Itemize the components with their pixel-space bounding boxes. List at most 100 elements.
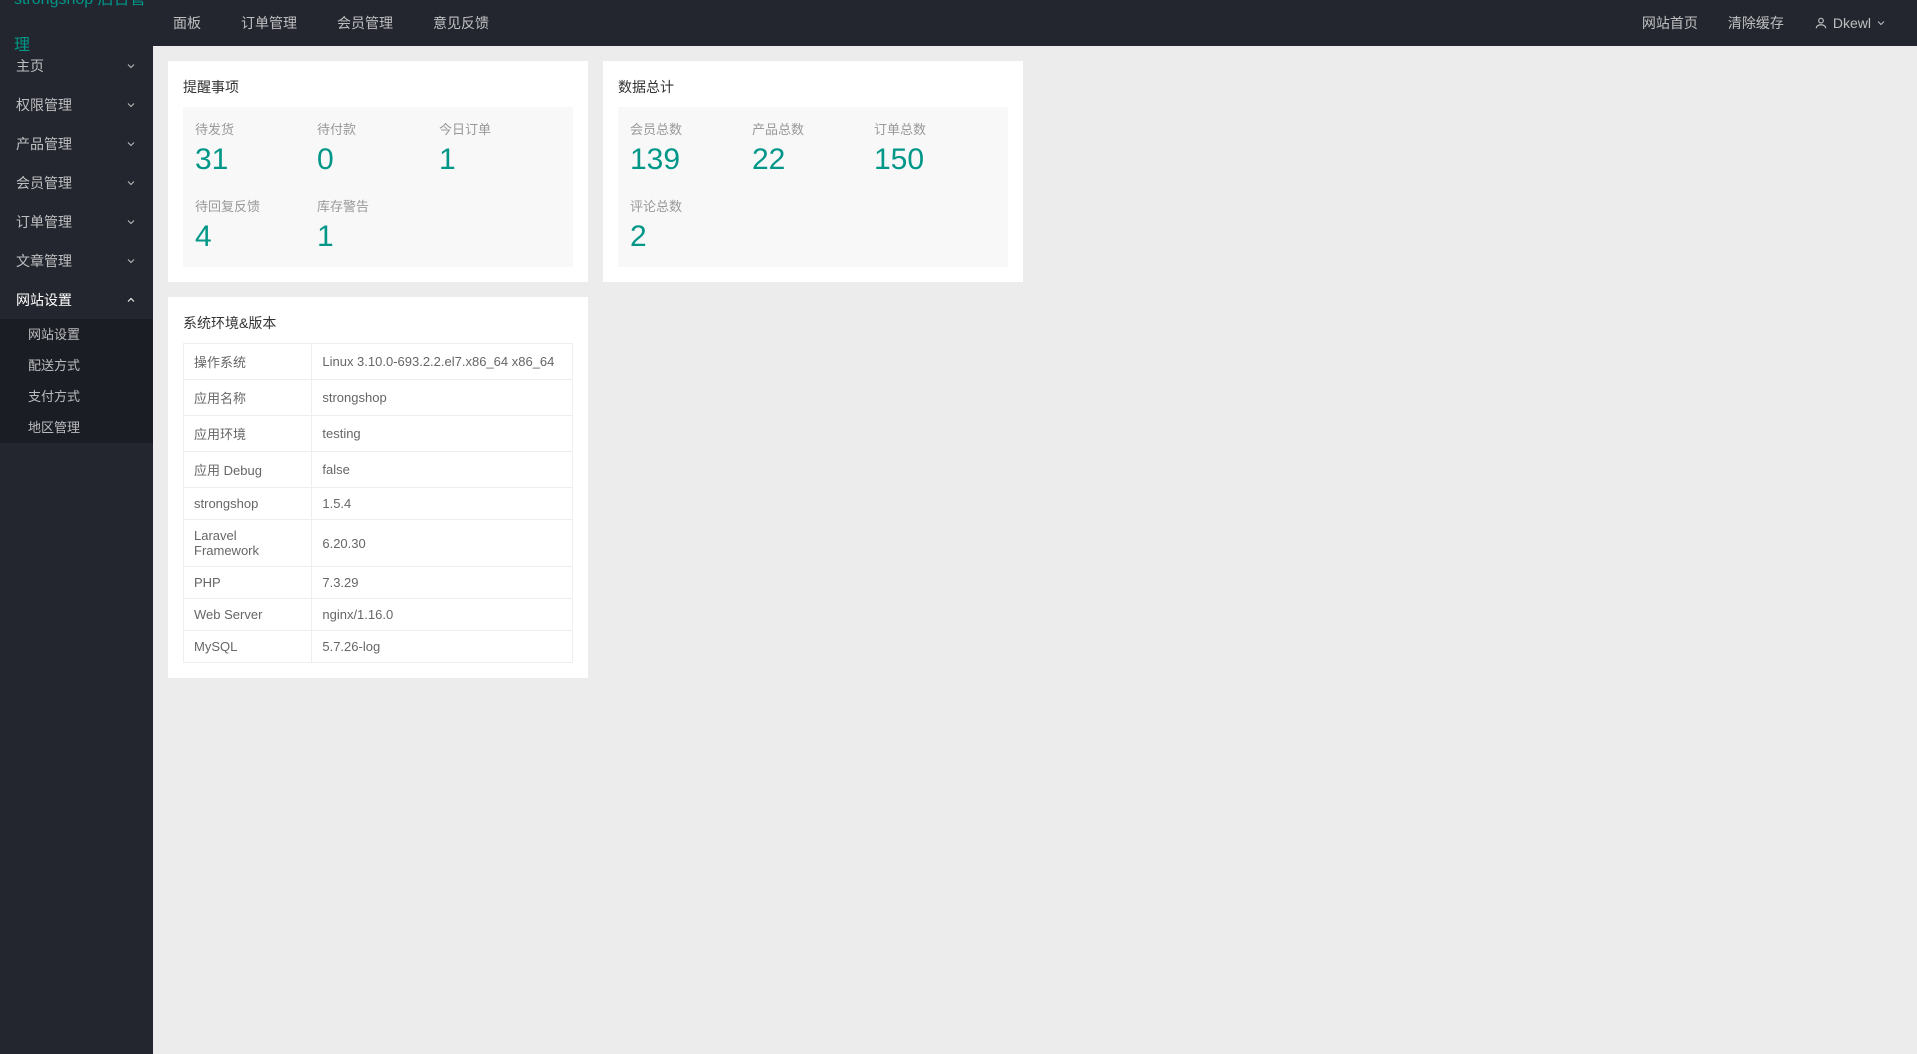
chevron-down-icon (125, 177, 137, 189)
sidebar-sub-payment[interactable]: 支付方式 (0, 381, 153, 412)
user-name: Dkewl (1833, 0, 1871, 46)
reminders-title: 提醒事项 (183, 71, 573, 107)
stat-comment-total[interactable]: 评论总数 2 (630, 196, 752, 255)
sysenv-value: Linux 3.10.0-693.2.2.el7.x86_64 x86_64 (312, 344, 573, 380)
stat-label: 待回复反馈 (195, 196, 317, 215)
sidebar-item-site-settings[interactable]: 网站设置 (0, 280, 153, 319)
table-row: MySQL5.7.26-log (184, 631, 573, 663)
table-row: Web Servernginx/1.16.0 (184, 599, 573, 631)
stat-value: 4 (195, 219, 317, 255)
reminders-card: 提醒事项 待发货 31 待付款 0 今日订单 1 (168, 61, 588, 282)
table-row: strongshop1.5.4 (184, 488, 573, 520)
stat-value: 31 (195, 142, 317, 178)
sidebar-item-label: 订单管理 (16, 212, 72, 232)
stat-label: 待发货 (195, 119, 317, 138)
stat-pending-ship[interactable]: 待发货 31 (195, 119, 317, 178)
stat-pending-feedback[interactable]: 待回复反馈 4 (195, 196, 317, 255)
user-menu[interactable]: Dkewl (1799, 0, 1907, 46)
stat-label: 评论总数 (630, 196, 752, 215)
stat-value: 22 (752, 142, 874, 178)
topnav-orders[interactable]: 订单管理 (221, 0, 317, 46)
sysenv-key: Laravel Framework (184, 520, 312, 567)
sysenv-key: PHP (184, 567, 312, 599)
chevron-up-icon (125, 294, 137, 306)
chevron-down-icon (1875, 17, 1887, 29)
totals-card: 数据总计 会员总数 139 产品总数 22 订单总数 150 (603, 61, 1023, 282)
sysenv-value: testing (312, 416, 573, 452)
sidebar-item-order[interactable]: 订单管理 (0, 202, 153, 241)
stat-pending-pay[interactable]: 待付款 0 (317, 119, 439, 178)
sysenv-value: 5.7.26-log (312, 631, 573, 663)
stat-order-total[interactable]: 订单总数 150 (874, 119, 996, 178)
sysenv-card: 系统环境&版本 操作系统Linux 3.10.0-693.2.2.el7.x86… (168, 297, 588, 678)
stat-label: 库存警告 (317, 196, 439, 215)
sidebar-item-member[interactable]: 会员管理 (0, 163, 153, 202)
sidebar-item-label: 权限管理 (16, 95, 72, 115)
link-clear-cache[interactable]: 清除缓存 (1713, 0, 1799, 46)
sidebar-sub-site-settings[interactable]: 网站设置 (0, 319, 153, 350)
link-site-home[interactable]: 网站首页 (1627, 0, 1713, 46)
top-nav-right: 网站首页 清除缓存 Dkewl (1627, 0, 1917, 46)
table-row: 应用环境testing (184, 416, 573, 452)
totals-title: 数据总计 (618, 71, 1008, 107)
top-nav: 面板 订单管理 会员管理 意见反馈 (153, 0, 509, 46)
sysenv-value: 1.5.4 (312, 488, 573, 520)
user-icon (1814, 16, 1828, 30)
sysenv-key: Web Server (184, 599, 312, 631)
sidebar-item-permission[interactable]: 权限管理 (0, 85, 153, 124)
sidebar-item-label: 会员管理 (16, 173, 72, 193)
table-row: 应用 Debugfalse (184, 452, 573, 488)
sysenv-value: nginx/1.16.0 (312, 599, 573, 631)
sidebar-item-label: 网站设置 (16, 290, 72, 310)
sysenv-value: 7.3.29 (312, 567, 573, 599)
chevron-down-icon (125, 138, 137, 150)
sidebar-sub-shipping[interactable]: 配送方式 (0, 350, 153, 381)
stat-value: 150 (874, 142, 996, 178)
stat-product-total[interactable]: 产品总数 22 (752, 119, 874, 178)
stat-label: 会员总数 (630, 119, 752, 138)
stat-value: 139 (630, 142, 752, 178)
table-row: PHP7.3.29 (184, 567, 573, 599)
chevron-down-icon (125, 216, 137, 228)
sidebar-item-article[interactable]: 文章管理 (0, 241, 153, 280)
sysenv-value: false (312, 452, 573, 488)
sysenv-key: 应用 Debug (184, 452, 312, 488)
chevron-down-icon (125, 99, 137, 111)
header-bar: strongshop 后台管理 面板 订单管理 会员管理 意见反馈 网站首页 清… (0, 0, 1917, 46)
stat-label: 待付款 (317, 119, 439, 138)
stat-label: 今日订单 (439, 119, 561, 138)
sysenv-table: 操作系统Linux 3.10.0-693.2.2.el7.x86_64 x86_… (183, 343, 573, 663)
stat-value: 0 (317, 142, 439, 178)
chevron-down-icon (125, 255, 137, 267)
topnav-panel[interactable]: 面板 (153, 0, 221, 46)
sysenv-key: strongshop (184, 488, 312, 520)
stat-label: 订单总数 (874, 119, 996, 138)
stat-label: 产品总数 (752, 119, 874, 138)
sysenv-value: 6.20.30 (312, 520, 573, 567)
sidebar-item-product[interactable]: 产品管理 (0, 124, 153, 163)
main-content: 提醒事项 待发货 31 待付款 0 今日订单 1 (153, 46, 1917, 708)
table-row: 应用名称strongshop (184, 380, 573, 416)
sidebar-item-label: 文章管理 (16, 251, 72, 271)
sidebar: 主页 权限管理 产品管理 会员管理 订单管理 文章管理 网站设置 网站设置 配送… (0, 46, 153, 1054)
sysenv-key: 应用名称 (184, 380, 312, 416)
sidebar-item-label: 产品管理 (16, 134, 72, 154)
sidebar-sub-region[interactable]: 地区管理 (0, 412, 153, 443)
table-row: Laravel Framework6.20.30 (184, 520, 573, 567)
topnav-feedback[interactable]: 意见反馈 (413, 0, 509, 46)
stat-today-orders[interactable]: 今日订单 1 (439, 119, 561, 178)
stat-value: 2 (630, 219, 752, 255)
stat-member-total[interactable]: 会员总数 139 (630, 119, 752, 178)
sysenv-key: MySQL (184, 631, 312, 663)
table-row: 操作系统Linux 3.10.0-693.2.2.el7.x86_64 x86_… (184, 344, 573, 380)
stat-value: 1 (317, 219, 439, 255)
topnav-members[interactable]: 会员管理 (317, 0, 413, 46)
sidebar-submenu-site-settings: 网站设置 配送方式 支付方式 地区管理 (0, 319, 153, 443)
sysenv-title: 系统环境&版本 (183, 307, 573, 343)
sysenv-value: strongshop (312, 380, 573, 416)
stat-stock-warning[interactable]: 库存警告 1 (317, 196, 439, 255)
stat-value: 1 (439, 142, 561, 178)
sysenv-key: 操作系统 (184, 344, 312, 380)
logo[interactable]: strongshop 后台管理 (0, 0, 153, 69)
sysenv-key: 应用环境 (184, 416, 312, 452)
